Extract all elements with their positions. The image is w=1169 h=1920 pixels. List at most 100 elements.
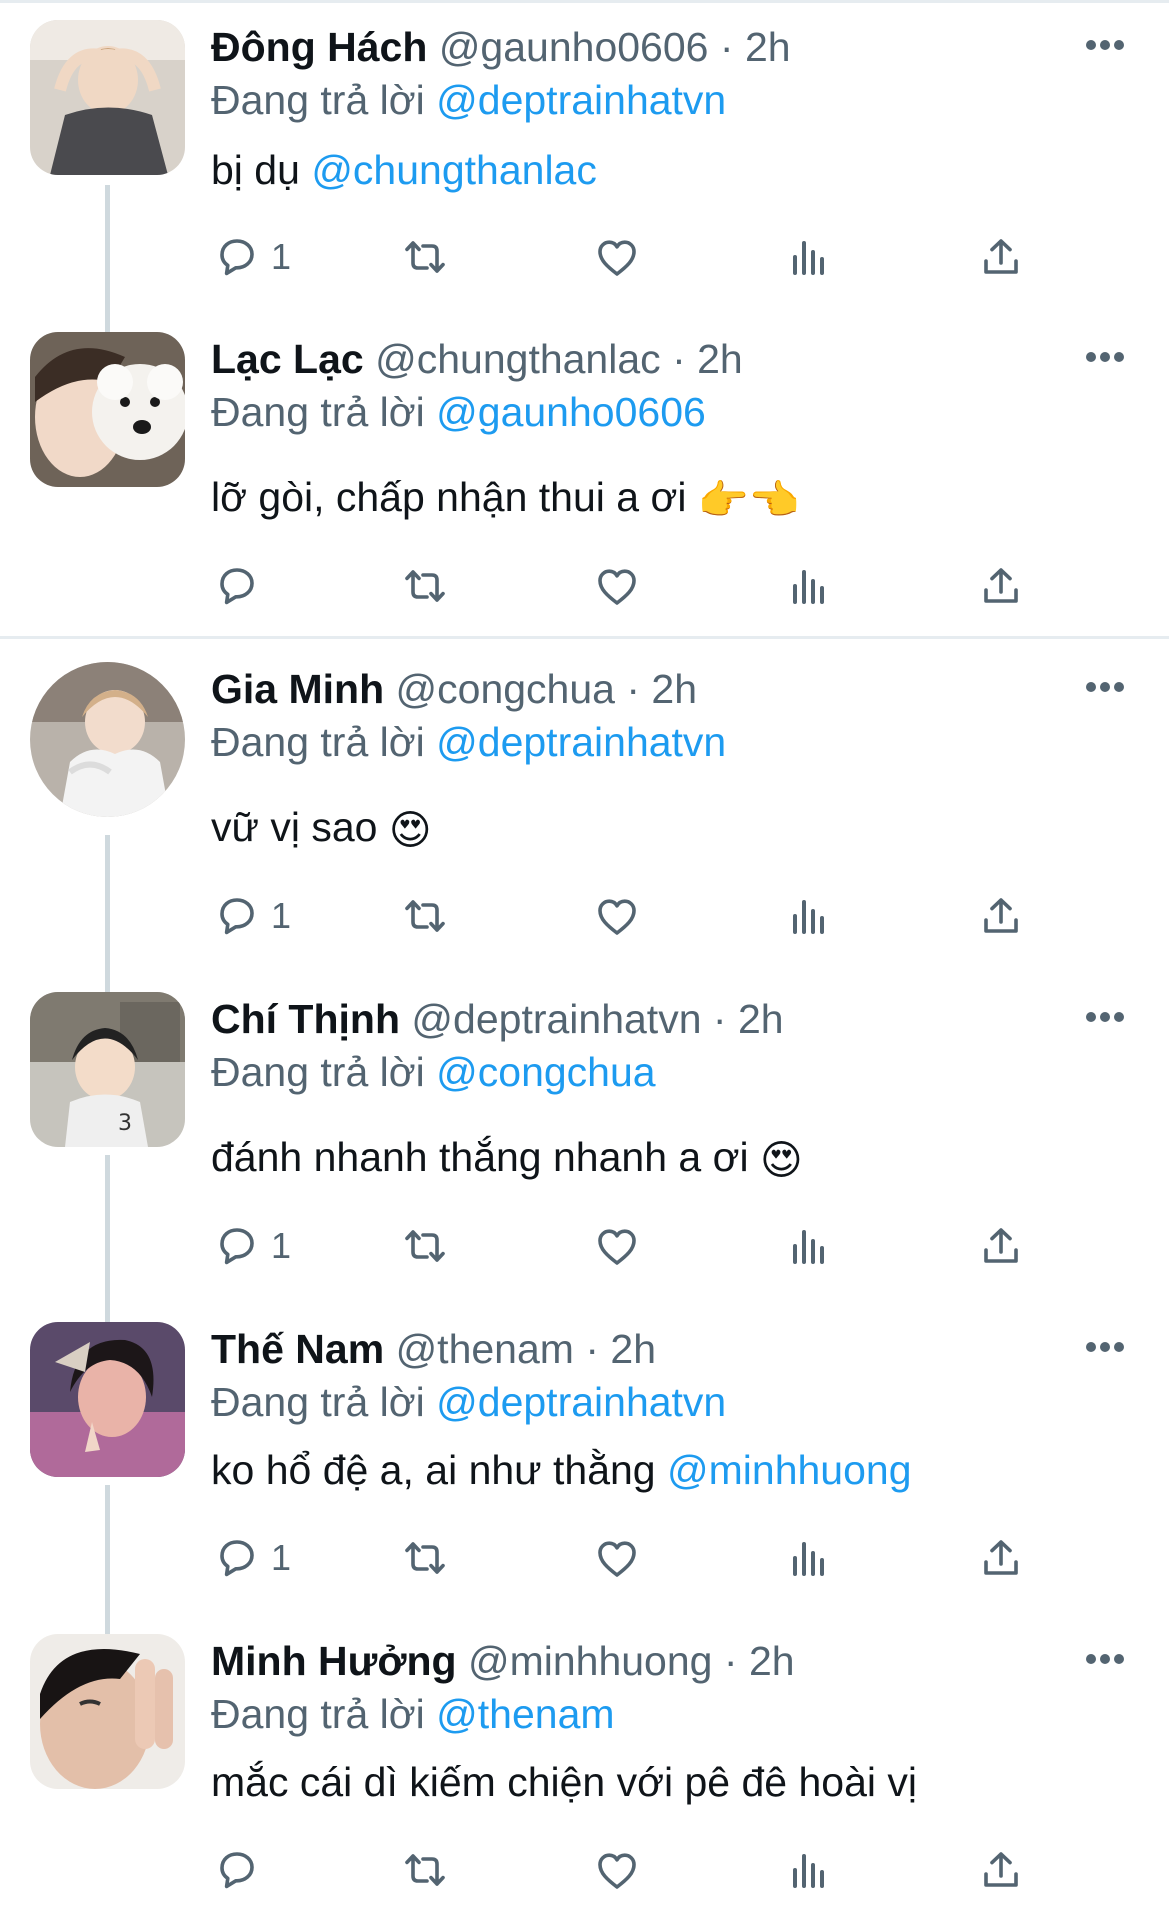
avatar[interactable] <box>30 1634 185 1789</box>
reply-count: 1 <box>271 1225 292 1266</box>
like-button[interactable] <box>593 1530 641 1586</box>
reply-button[interactable] <box>213 1842 271 1898</box>
reply-tweet[interactable]: 3 Chí Thịnh @deptrainhatvn · 2h Đang trả… <box>0 972 1169 1302</box>
reply-count: 1 <box>271 895 292 936</box>
views-icon <box>793 570 824 604</box>
display-name[interactable]: Đông Hách <box>211 24 427 70</box>
replying-mention[interactable]: @deptrainhatvn <box>436 719 726 765</box>
avatar[interactable]: 3 <box>30 992 185 1147</box>
user-handle[interactable]: @deptrainhatvn <box>411 996 701 1042</box>
share-button[interactable] <box>977 558 1025 614</box>
user-handle[interactable]: @minhhuong <box>468 1638 713 1684</box>
like-icon <box>598 1541 636 1577</box>
like-button[interactable] <box>593 1842 641 1898</box>
share-icon <box>984 1540 1018 1575</box>
retweet-button[interactable] <box>401 1530 449 1586</box>
replying-mention[interactable]: @congchua <box>436 1049 655 1095</box>
share-button[interactable] <box>977 1842 1025 1898</box>
views-icon <box>793 1542 824 1576</box>
tweet-text: mắc cái dì kiếm chiện với pê đê hoài vị <box>211 1757 917 1807</box>
share-button[interactable] <box>977 888 1025 944</box>
user-handle[interactable]: @thenam <box>396 1326 574 1372</box>
reply-button[interactable] <box>213 558 271 614</box>
reply-button[interactable]: 1 <box>213 888 291 944</box>
views-button[interactable] <box>785 229 833 285</box>
retweet-icon <box>405 1542 445 1574</box>
reply-icon <box>220 898 254 935</box>
tweet-mention[interactable]: @minhhuong <box>667 1447 912 1493</box>
replying-mention[interactable]: @deptrainhatvn <box>436 77 726 123</box>
reply-button[interactable]: 1 <box>213 1218 291 1274</box>
retweet-button[interactable] <box>401 888 449 944</box>
like-icon <box>598 240 636 276</box>
heart-eyes-emoji: 😍 <box>388 807 432 854</box>
like-button[interactable] <box>593 1218 641 1274</box>
reply-button[interactable]: 1 <box>213 1530 291 1586</box>
more-icon[interactable] <box>1085 680 1125 694</box>
avatar[interactable] <box>30 662 185 817</box>
more-icon[interactable] <box>1085 1010 1125 1024</box>
views-button[interactable] <box>785 1530 833 1586</box>
reply-button[interactable]: 1 <box>213 229 291 285</box>
tweet-text: bị dụ @chungthanlac <box>211 145 597 195</box>
reply-tweet[interactable]: Minh Hưởng @minhhuong · 2h Đang trả lời … <box>0 1614 1169 1920</box>
timestamp[interactable]: 2h <box>745 24 791 70</box>
like-button[interactable] <box>593 558 641 614</box>
like-icon <box>598 1229 636 1265</box>
like-button[interactable] <box>593 888 641 944</box>
tweet-text-content: bị dụ <box>211 147 312 193</box>
reply-tweet[interactable]: Đông Hách @gaunho0606 · 2h Đang trả lời … <box>0 0 1169 320</box>
user-handle[interactable]: @congchua <box>396 666 615 712</box>
share-button[interactable] <box>977 1218 1025 1274</box>
more-icon[interactable] <box>1085 350 1125 364</box>
avatar[interactable] <box>30 1322 185 1477</box>
timestamp[interactable]: 2h <box>651 666 697 712</box>
views-button[interactable] <box>785 1218 833 1274</box>
display-name[interactable]: Gia Minh <box>211 666 384 712</box>
more-icon[interactable] <box>1085 1652 1125 1666</box>
display-name[interactable]: Lạc Lạc <box>211 336 364 382</box>
more-icon[interactable] <box>1085 38 1125 52</box>
user-handle[interactable]: @gaunho0606 <box>439 24 709 70</box>
views-button[interactable] <box>785 1842 833 1898</box>
replying-prefix: Đang trả lời <box>211 1049 425 1095</box>
replying-to: Đang trả lời @deptrainhatvn <box>211 1377 726 1427</box>
tweet-mention[interactable]: @chungthanlac <box>311 147 597 193</box>
avatar[interactable] <box>30 20 185 175</box>
timestamp[interactable]: 2h <box>749 1638 795 1684</box>
timestamp[interactable]: 2h <box>610 1326 656 1372</box>
pointing-fingers-emoji: 👉👈 <box>697 477 800 524</box>
replying-prefix: Đang trả lời <box>211 389 425 435</box>
retweet-button[interactable] <box>401 558 449 614</box>
more-icon[interactable] <box>1085 1340 1125 1354</box>
reply-tweet[interactable]: Thế Nam @thenam · 2h Đang trả lời @deptr… <box>0 1302 1169 1614</box>
timestamp[interactable]: 2h <box>697 336 743 382</box>
user-handle[interactable]: @chungthanlac <box>375 336 661 382</box>
replying-mention[interactable]: @deptrainhatvn <box>436 1379 726 1425</box>
avatar[interactable] <box>30 332 185 487</box>
action-bar <box>211 1842 1031 1898</box>
retweet-button[interactable] <box>401 1842 449 1898</box>
reply-icon <box>220 1852 254 1889</box>
views-button[interactable] <box>785 558 833 614</box>
display-name[interactable]: Chí Thịnh <box>211 996 400 1042</box>
retweet-button[interactable] <box>401 229 449 285</box>
share-button[interactable] <box>977 1530 1025 1586</box>
retweet-button[interactable] <box>401 1218 449 1274</box>
tweet-text: ko hổ đệ a, ai như thằng @minhhuong <box>211 1445 912 1495</box>
tweet-header: Chí Thịnh @deptrainhatvn · 2h <box>211 994 784 1044</box>
replying-mention[interactable]: @thenam <box>436 1691 614 1737</box>
display-name[interactable]: Thế Nam <box>211 1326 384 1372</box>
reply-tweet[interactable]: Gia Minh @congchua · 2h Đang trả lời @de… <box>0 642 1169 972</box>
reply-tweet[interactable]: Lạc Lạc @chungthanlac · 2h Đang trả lời … <box>0 312 1169 632</box>
timestamp[interactable]: 2h <box>738 996 784 1042</box>
views-button[interactable] <box>785 888 833 944</box>
like-button[interactable] <box>593 229 641 285</box>
replying-mention[interactable]: @gaunho0606 <box>436 389 706 435</box>
replying-prefix: Đang trả lời <box>211 1379 425 1425</box>
display-name[interactable]: Minh Hưởng <box>211 1638 457 1684</box>
tweet-text: lỡ gòi, chấp nhận thui a ơi 👉👈 <box>211 472 800 525</box>
reply-count: 1 <box>271 236 292 277</box>
action-bar: 1 <box>211 1218 1031 1274</box>
share-button[interactable] <box>977 229 1025 285</box>
